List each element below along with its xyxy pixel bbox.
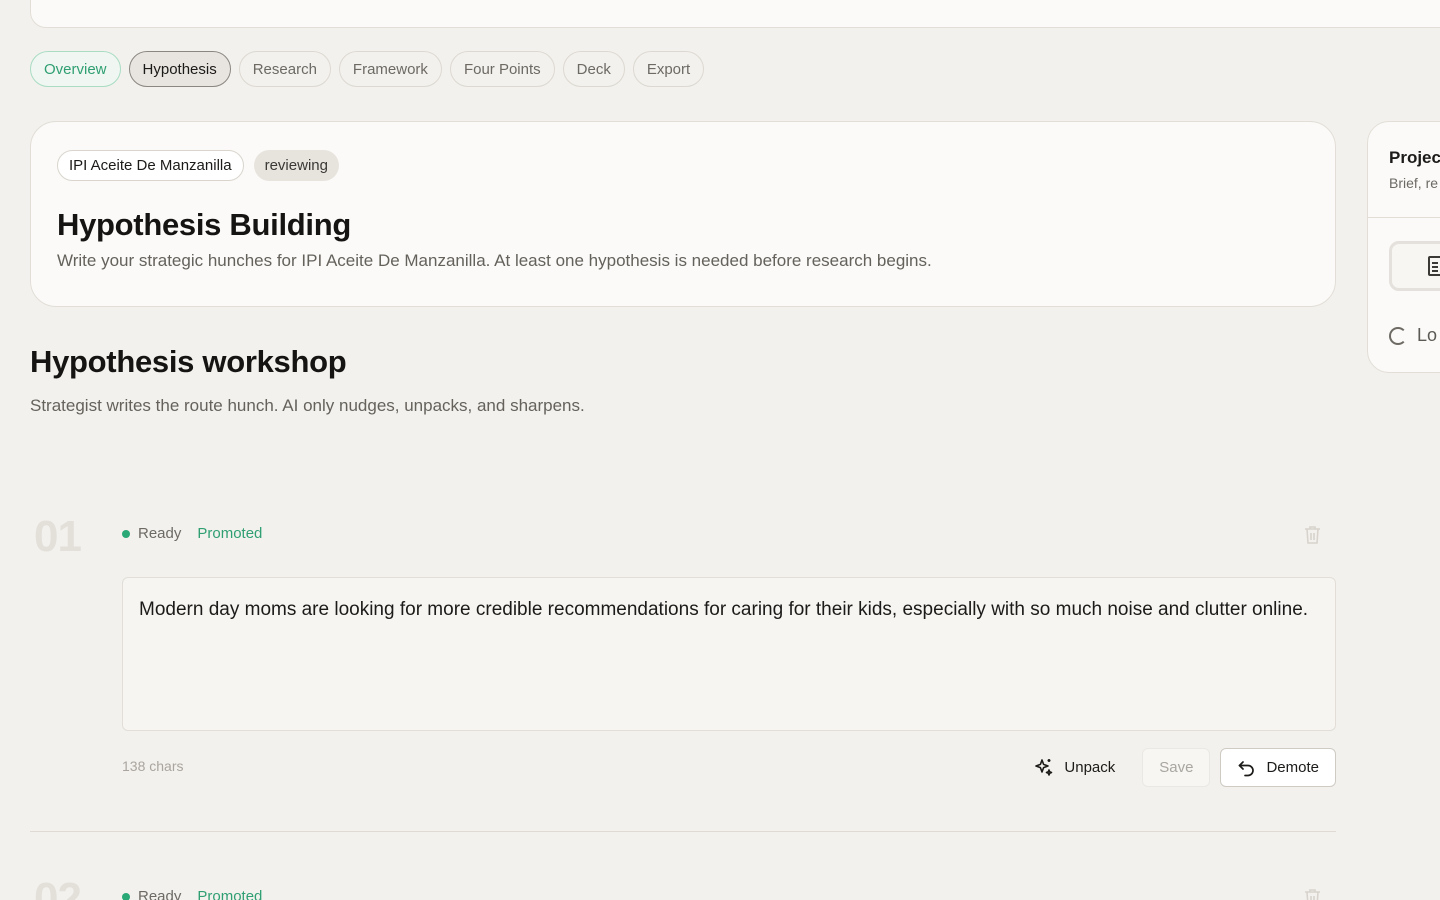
- hero-chips: IPI Aceite De Manzanilla reviewing: [57, 150, 339, 181]
- hypothesis-number: 01: [34, 512, 82, 561]
- sparkles-icon: [1033, 757, 1054, 778]
- side-panel-document-button[interactable]: [1389, 241, 1440, 291]
- hypothesis-number: 02: [34, 874, 82, 900]
- spinner-icon: [1389, 326, 1407, 345]
- demote-label: Demote: [1266, 759, 1319, 776]
- stage-tabs: Overview Hypothesis Research Framework F…: [30, 51, 705, 87]
- workshop-title: Hypothesis workshop: [30, 344, 347, 379]
- document-icon: [1428, 256, 1440, 276]
- tab-deck[interactable]: Deck: [562, 51, 625, 87]
- undo-icon: [1237, 758, 1256, 777]
- demote-button[interactable]: Demote: [1220, 748, 1336, 787]
- side-panel-divider: [1368, 217, 1440, 218]
- project-side-panel: Projec Brief, re Lo: [1367, 121, 1440, 373]
- status-dot-icon: [122, 892, 130, 900]
- top-card-clipped: [30, 0, 1440, 28]
- tab-overview[interactable]: Overview: [30, 51, 121, 87]
- trash-icon[interactable]: [1303, 887, 1322, 900]
- promoted-badge: Promoted: [197, 888, 263, 900]
- tab-export[interactable]: Export: [632, 51, 705, 87]
- side-panel-loading: Lo: [1389, 325, 1437, 346]
- page-description: Write your strategic hunches for IPI Ace…: [57, 251, 932, 270]
- unpack-button[interactable]: Unpack: [1016, 748, 1132, 787]
- page-title: Hypothesis Building: [57, 207, 351, 242]
- tab-hypothesis[interactable]: Hypothesis: [128, 51, 231, 87]
- status-dot-icon: [122, 529, 130, 538]
- unpack-label: Unpack: [1064, 759, 1116, 776]
- status-label: Ready: [138, 525, 182, 542]
- app-page: Overview Hypothesis Research Framework F…: [0, 0, 1440, 900]
- tab-framework[interactable]: Framework: [338, 51, 442, 87]
- hypothesis-status-row: Ready Promoted: [122, 525, 262, 542]
- promoted-badge: Promoted: [197, 525, 263, 542]
- trash-icon[interactable]: [1303, 524, 1322, 545]
- project-chip: IPI Aceite De Manzanilla: [57, 150, 244, 181]
- side-panel-subtitle: Brief, re: [1389, 175, 1439, 191]
- loading-text: Lo: [1417, 325, 1438, 345]
- char-count: 138 chars: [122, 758, 184, 774]
- status-label: Ready: [138, 888, 182, 900]
- hypothesis-textarea[interactable]: Modern day moms are looking for more cre…: [122, 577, 1336, 731]
- tab-four-points[interactable]: Four Points: [449, 51, 555, 87]
- workshop-subtitle: Strategist writes the route hunch. AI on…: [30, 396, 585, 415]
- side-panel-title: Projec: [1389, 148, 1440, 167]
- hypothesis-divider: [30, 831, 1336, 832]
- hero-card: IPI Aceite De Manzanilla reviewing Hypot…: [30, 121, 1336, 307]
- hypothesis-status-row: Ready Promoted: [122, 888, 262, 900]
- save-button[interactable]: Save: [1142, 748, 1211, 787]
- hypothesis-actions: Unpack Save Demote: [1016, 748, 1336, 787]
- tab-research[interactable]: Research: [238, 51, 331, 87]
- status-chip: reviewing: [253, 150, 339, 181]
